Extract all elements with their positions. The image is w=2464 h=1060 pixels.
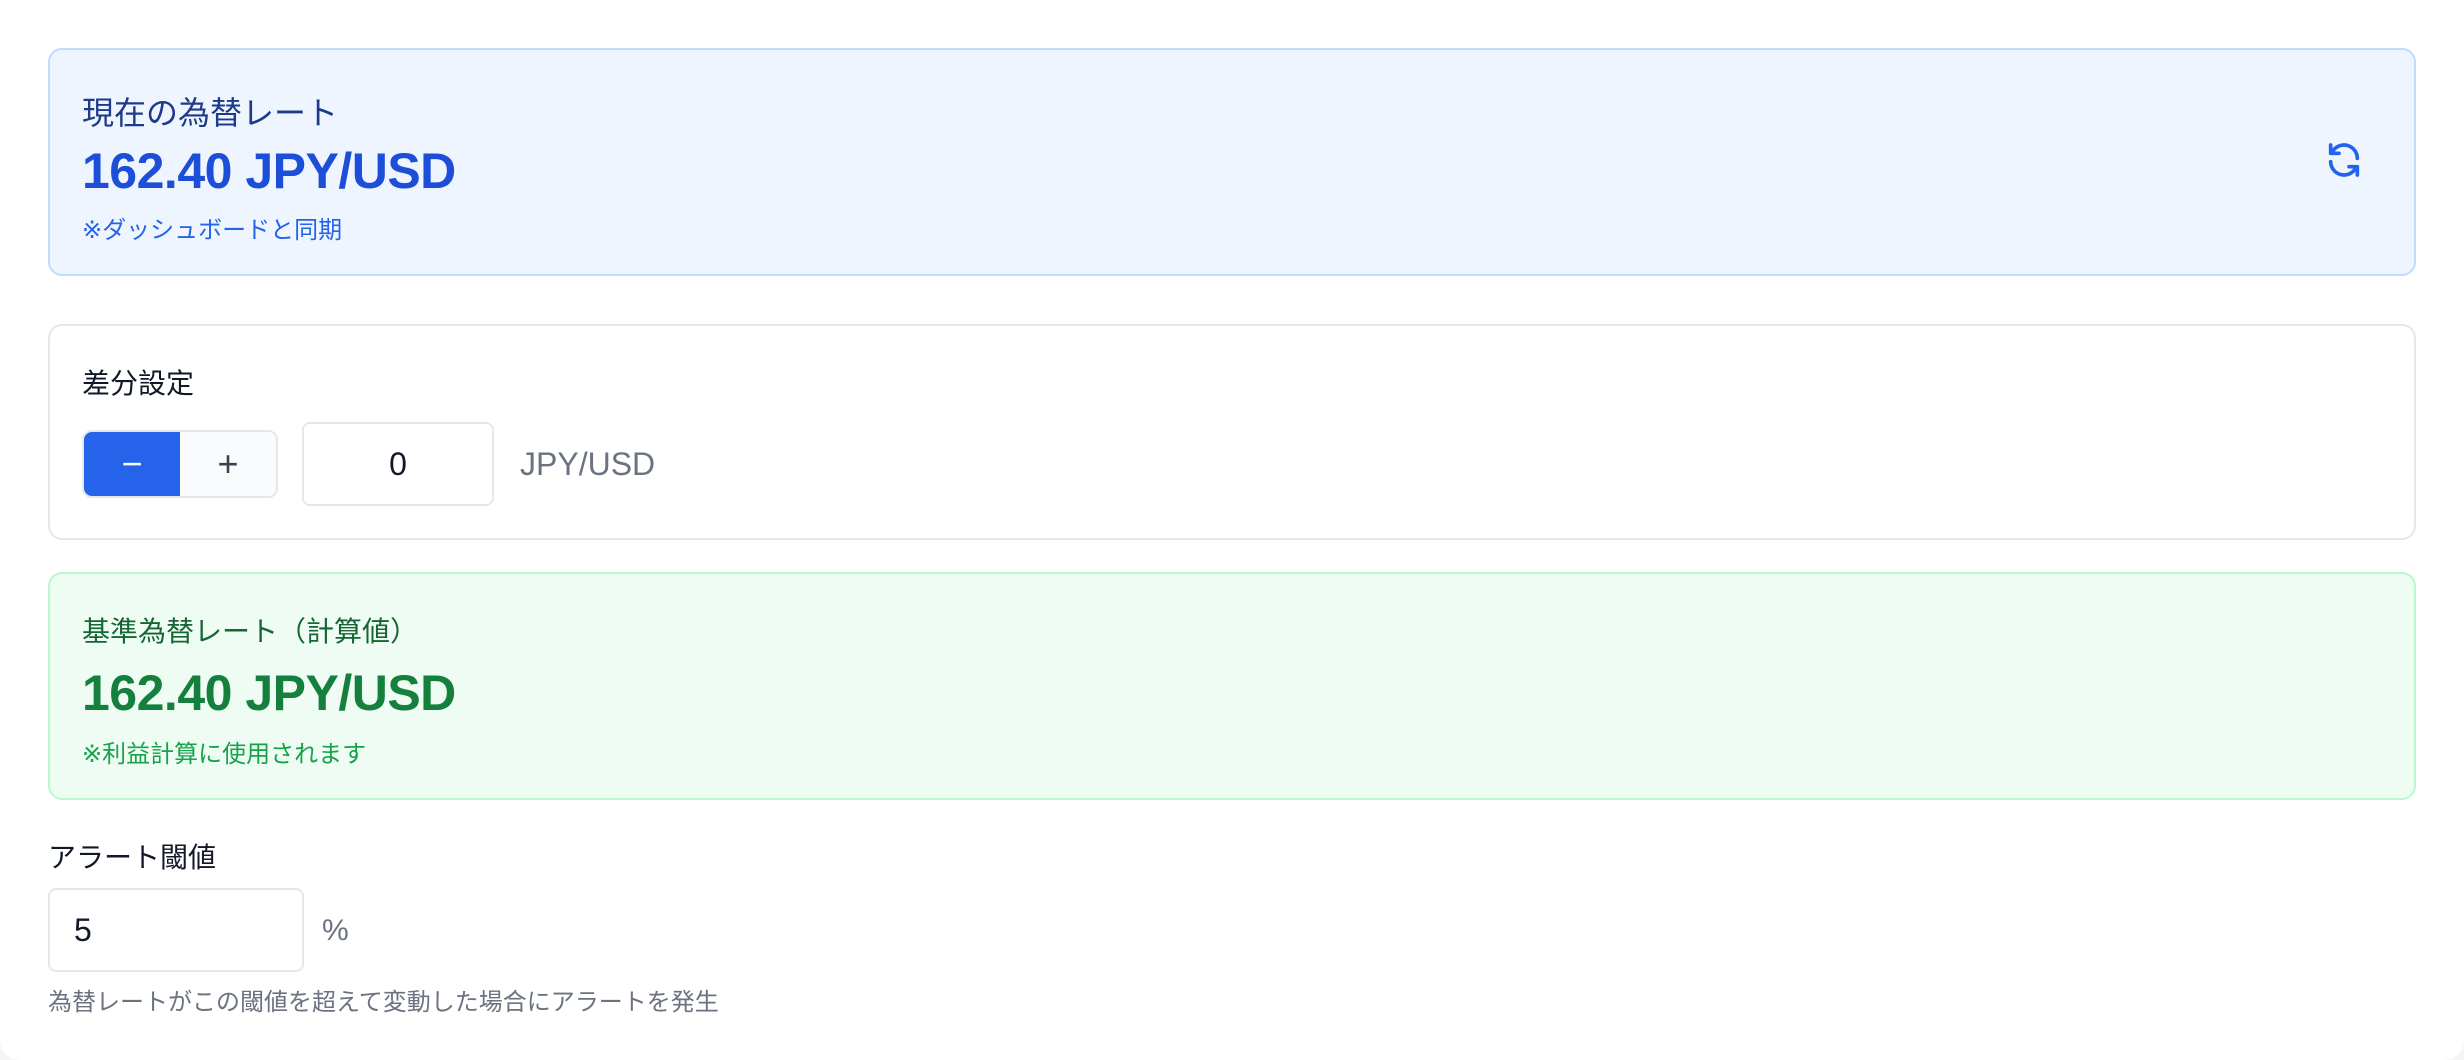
difference-input[interactable] (302, 422, 494, 506)
base-rate-title: 基準為替レート（計算値） (82, 616, 419, 647)
refresh-button[interactable] (2314, 130, 2374, 190)
alert-threshold-unit: % (322, 914, 349, 947)
base-rate-card: 基準為替レート（計算値） 162.40 JPY/USD ※利益計算に使用されます (48, 572, 2416, 800)
alert-threshold-help: 為替レートがこの閾値を超えて変動した場合にアラートを発生 (48, 989, 719, 1016)
current-rate-title: 現在の為替レート (82, 95, 339, 131)
exchange-rate-settings-panel: 現在の為替レート 162.40 JPY/USD ※ダッシュボードと同期 差分設定… (0, 0, 2464, 1060)
difference-title: 差分設定 (82, 368, 195, 399)
base-rate-value: 162.40 JPY/USD (82, 665, 456, 721)
plus-button[interactable]: + (180, 432, 276, 496)
sign-toggle: − + (82, 430, 278, 498)
current-rate-sync-note: ※ダッシュボードと同期 (82, 217, 343, 244)
refresh-icon (2328, 143, 2360, 177)
minus-button[interactable]: − (84, 432, 180, 496)
base-rate-note: ※利益計算に使用されます (82, 741, 367, 768)
difference-settings-card: 差分設定 − + JPY/USD (48, 324, 2416, 540)
current-rate-card: 現在の為替レート 162.40 JPY/USD ※ダッシュボードと同期 (48, 48, 2416, 276)
difference-unit: JPY/USD (520, 446, 656, 482)
alert-threshold-input[interactable] (48, 888, 304, 972)
current-rate-value: 162.40 JPY/USD (82, 143, 456, 199)
alert-threshold-label: アラート閾値 (48, 842, 217, 873)
